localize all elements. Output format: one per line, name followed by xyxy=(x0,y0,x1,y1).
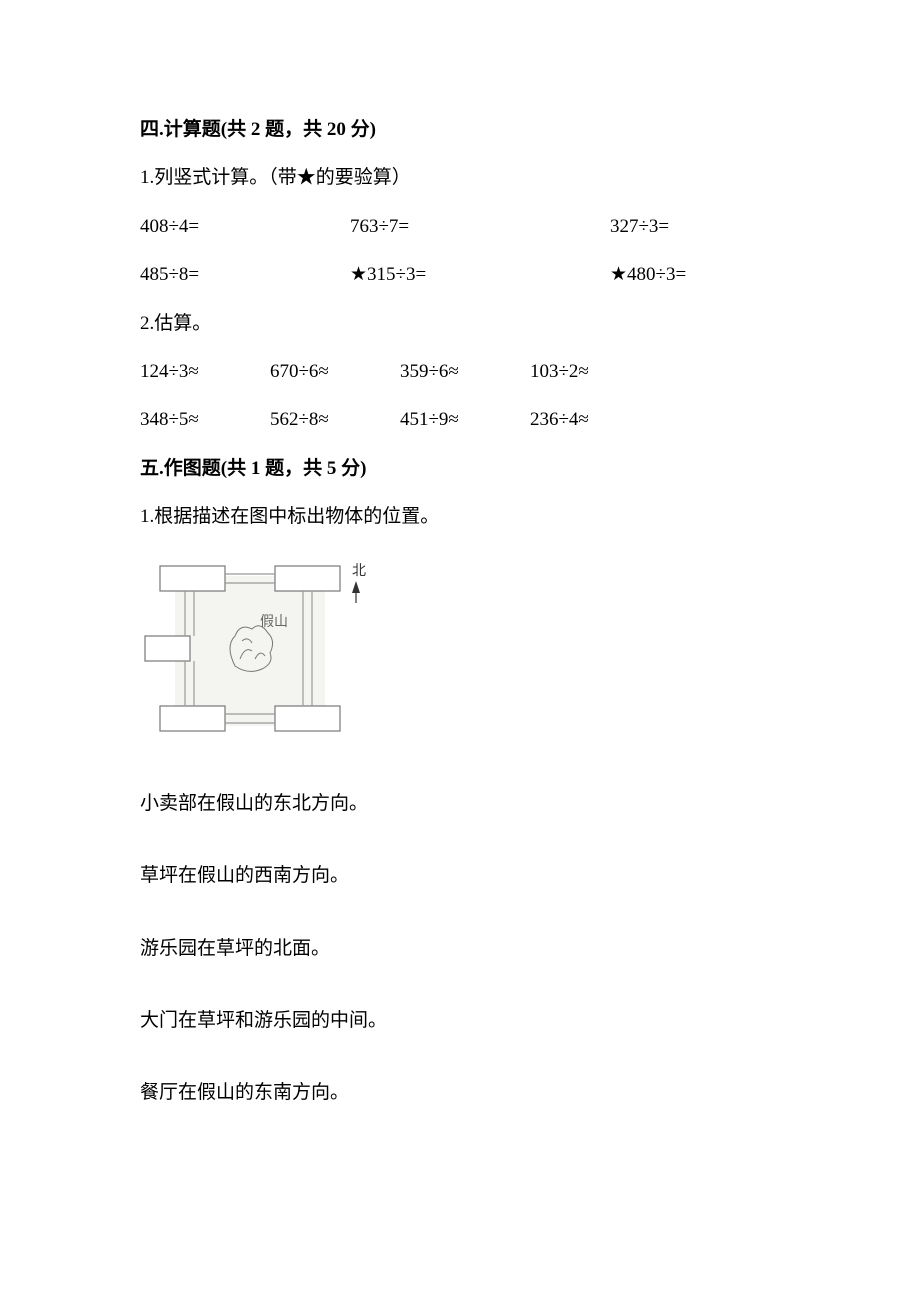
calc-cell: ★480÷3= xyxy=(610,260,760,290)
q1-prompt: 1.列竖式计算。（带★的要验算） xyxy=(140,163,780,193)
est-row-1: 124÷3≈ 670÷6≈ 359÷6≈ 103÷2≈ xyxy=(140,357,780,387)
desc-line: 小卖部在假山的东北方向。 xyxy=(140,789,780,819)
desc-line: 大门在草坪和游乐园的中间。 xyxy=(140,1006,780,1036)
est-cell: 236÷4≈ xyxy=(530,405,660,435)
calc-row-2: 485÷8= ★315÷3= ★480÷3= xyxy=(140,260,780,290)
calc-row-1: 408÷4= 763÷7= 327÷3= xyxy=(140,212,780,242)
est-cell: 562÷8≈ xyxy=(270,405,400,435)
est-cell: 451÷9≈ xyxy=(400,405,530,435)
calc-cell: 485÷8= xyxy=(140,260,350,290)
q2-prompt: 2.估算。 xyxy=(140,309,780,339)
calc-cell: 763÷7= xyxy=(350,212,610,242)
est-row-2: 348÷5≈ 562÷8≈ 451÷9≈ 236÷4≈ xyxy=(140,405,780,435)
map-diagram: 假山 北 xyxy=(140,551,780,761)
desc-line: 餐厅在假山的东南方向。 xyxy=(140,1078,780,1108)
compass-label: 北 xyxy=(352,563,366,579)
est-cell: 348÷5≈ xyxy=(140,405,270,435)
calc-cell: 327÷3= xyxy=(610,212,760,242)
section4-heading: 四.计算题(共 2 题，共 20 分) xyxy=(140,115,780,145)
center-label: 假山 xyxy=(260,614,288,630)
est-cell: 124÷3≈ xyxy=(140,357,270,387)
est-cell: 359÷6≈ xyxy=(400,357,530,387)
desc-line: 游乐园在草坪的北面。 xyxy=(140,934,780,964)
map-svg: 假山 北 xyxy=(140,551,370,751)
est-cell: 670÷6≈ xyxy=(270,357,400,387)
s5-q1-prompt: 1.根据描述在图中标出物体的位置。 xyxy=(140,502,780,532)
desc-line: 草坪在假山的西南方向。 xyxy=(140,861,780,891)
calc-cell: ★315÷3= xyxy=(350,260,610,290)
est-cell: 103÷2≈ xyxy=(530,357,660,387)
section5-heading: 五.作图题(共 1 题，共 5 分) xyxy=(140,454,780,484)
calc-cell: 408÷4= xyxy=(140,212,350,242)
